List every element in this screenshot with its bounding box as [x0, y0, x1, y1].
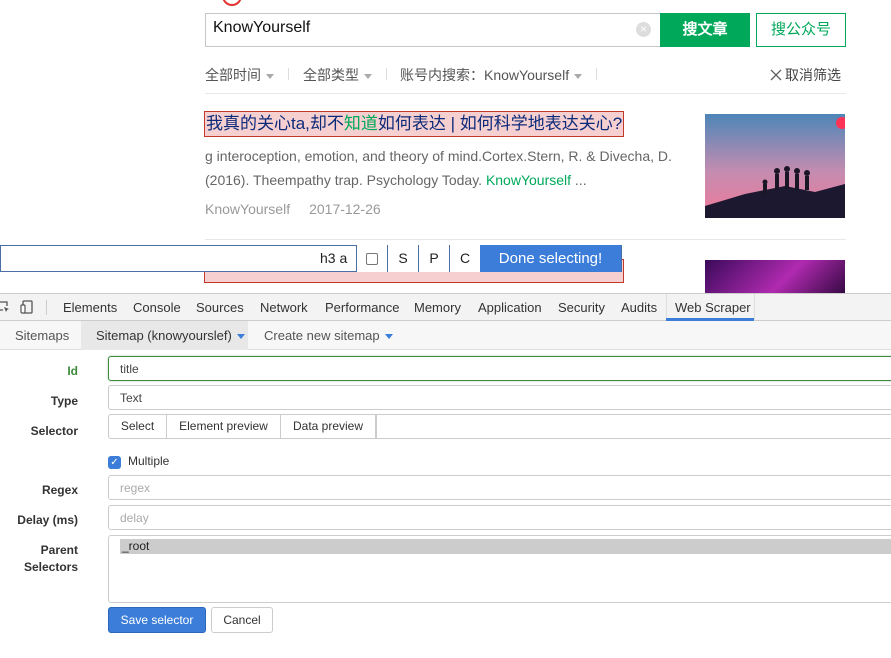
save-selector-button[interactable]: Save selector [108, 607, 206, 633]
result-title-link[interactable]: 我真的关心ta,却不知道如何表达 | 如何科学地表达关心? [203, 111, 625, 137]
clear-filter-button[interactable]: 取消筛选 [770, 65, 841, 85]
checkbox-icon [366, 253, 378, 266]
regex-label: Regex [41, 483, 78, 497]
filter-type[interactable]: 全部类型 [303, 65, 372, 85]
data-preview-button[interactable]: Data preview [280, 414, 376, 439]
snippet-highlight: KnowYourself [485, 172, 572, 188]
filter-account-search[interactable]: 账号内搜索：KnowYourself [400, 65, 583, 85]
close-icon [770, 69, 782, 81]
account-search-label: 账号内搜索： [400, 67, 484, 83]
delay-label: Delay (ms) [17, 513, 78, 527]
selector-label: Selector [30, 424, 78, 438]
id-label: Id [67, 364, 78, 378]
result-thumbnail[interactable] [705, 260, 845, 293]
tab-security[interactable]: Security [558, 300, 605, 315]
search-accounts-button[interactable]: 搜公众号 [756, 13, 846, 47]
devtools-panel: Elements Console Sources Network Perform… [0, 293, 891, 658]
chevron-down-icon [574, 73, 583, 79]
result-snippet: g interoception, emotion, and theory of … [205, 144, 685, 192]
clear-filter-label: 取消筛选 [785, 67, 841, 83]
snippet-text: ... [571, 172, 587, 188]
selector-input[interactable] [376, 414, 891, 439]
divider [205, 93, 846, 94]
chevron-down-icon [236, 334, 245, 340]
divider [666, 294, 667, 321]
nav-sitemaps[interactable]: Sitemaps [15, 328, 69, 343]
account-search-value: KnowYourself [484, 67, 570, 83]
select-parent-p-button[interactable]: P [418, 245, 449, 272]
snippet-text: (2016). Theempathy trap. Psychology Toda… [205, 172, 486, 188]
select-button[interactable]: Select [108, 414, 167, 439]
regex-input[interactable]: regex [108, 475, 891, 500]
nav-current-sitemap-label: Sitemap (knowyourslef) [96, 328, 232, 343]
tab-memory[interactable]: Memory [414, 300, 461, 315]
sunset-photo [705, 114, 845, 218]
select-parent-button[interactable]: S [387, 245, 418, 272]
nav-current-sitemap[interactable]: Sitemap (knowyourslef) [96, 328, 245, 343]
id-input[interactable]: title [108, 356, 891, 381]
enable-key-events-checkbox[interactable] [356, 245, 387, 272]
multiple-label: Multiple [128, 454, 170, 468]
title-highlight: 知道 [343, 114, 378, 133]
result-date: 2017-12-26 [309, 201, 381, 217]
devtools-tab-bar: Elements Console Sources Network Perform… [0, 294, 891, 321]
divider [386, 68, 387, 80]
result-thumbnail[interactable] [705, 114, 845, 218]
cancel-button[interactable]: Cancel [211, 607, 273, 633]
divider [596, 68, 597, 80]
tab-application[interactable]: Application [478, 300, 542, 315]
selector-preview-text: h3 a [320, 250, 348, 266]
filter-type-label: 全部类型 [303, 67, 359, 83]
tab-audits[interactable]: Audits [621, 300, 657, 315]
web-scraper-nav: Sitemaps Sitemap (knowyourslef) Create n… [0, 321, 891, 350]
parent-label-line: Selectors [23, 560, 78, 574]
type-select[interactable]: Text [108, 385, 891, 410]
tab-web-scraper[interactable]: Web Scraper [675, 300, 751, 315]
chevron-down-icon [364, 73, 372, 79]
device-toolbar-icon[interactable] [20, 300, 34, 314]
tab-sources[interactable]: Sources [196, 300, 244, 315]
type-label: Type [50, 394, 78, 408]
nav-create-sitemap-label: Create new sitemap [264, 328, 380, 343]
filter-time[interactable]: 全部时间 [205, 65, 274, 85]
nav-create-sitemap[interactable]: Create new sitemap [264, 328, 393, 343]
divider [754, 294, 755, 321]
inspect-element-icon[interactable] [0, 300, 11, 314]
divider [288, 68, 289, 80]
tab-network[interactable]: Network [260, 300, 308, 315]
parent-label-line: Parent [40, 543, 78, 557]
parent-selector-option[interactable]: _root [120, 539, 891, 554]
tab-elements[interactable]: Elements [63, 300, 117, 315]
title-text: 如何表达 | 如何科学地表达关心? [377, 114, 623, 133]
snippet-line: g interoception, emotion, and theory of … [205, 148, 672, 164]
element-preview-button[interactable]: Element preview [166, 414, 281, 439]
tab-performance[interactable]: Performance [325, 300, 399, 315]
result-meta: KnowYourself 2017-12-26 [205, 201, 381, 217]
search-articles-button[interactable]: 搜文章 [660, 13, 750, 47]
search-input[interactable]: KnowYourself [213, 19, 310, 37]
multiple-checkbox[interactable]: ✓ [108, 456, 121, 469]
filter-time-label: 全部时间 [205, 67, 261, 83]
divider [205, 239, 846, 240]
result-source-link[interactable]: KnowYourself [205, 201, 290, 217]
delay-input[interactable]: delay [108, 505, 891, 530]
select-child-button[interactable]: C [449, 245, 480, 272]
close-circle-icon[interactable]: × [636, 22, 651, 37]
sogou-logo [222, 0, 242, 6]
chevron-down-icon [266, 73, 274, 79]
web-page: KnowYourself × 搜文章 搜公众号 全部时间 全部类型 账号内搜索：… [0, 0, 891, 293]
chevron-down-icon [384, 334, 393, 340]
parent-selectors-label: Parent Selectors [0, 543, 78, 574]
done-selecting-button[interactable]: Done selecting! [480, 245, 621, 272]
title-text: 我真的关心ta,却不 [206, 114, 344, 133]
divider [46, 300, 47, 315]
tab-console[interactable]: Console [133, 300, 181, 315]
snippet-line: (2016). Theempathy trap. Psychology Toda… [205, 168, 685, 192]
